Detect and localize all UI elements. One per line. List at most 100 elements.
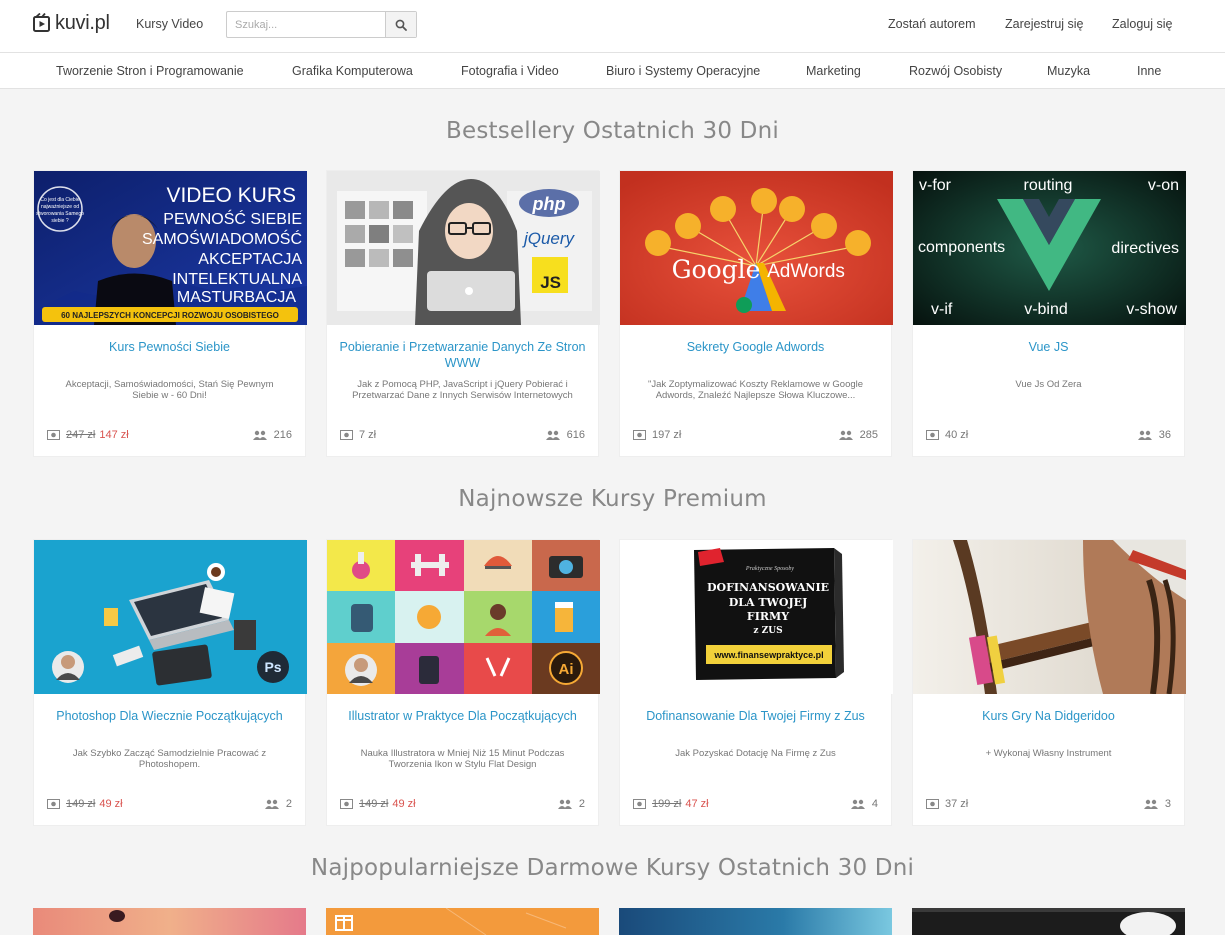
users-icon [1137,430,1152,440]
course-thumbnail[interactable] [326,908,599,935]
course-card[interactable]: Ai Illustrator w Praktyce Dla Początkują… [326,539,600,826]
course-thumbnail[interactable]: Co jest dla Ciebie najważniejsze od stwo… [34,171,307,325]
svg-text:Co jest dla Ciebie: Co jest dla Ciebie [40,197,79,203]
category-marketing[interactable]: Marketing [806,64,861,78]
users-icon [1143,799,1158,809]
course-card[interactable]: v-for routing v-on components directives… [912,170,1186,457]
course-card[interactable]: Kurs Gry Na Didgeridoo + Wykonaj Własny … [912,539,1186,826]
students-count: 4 [850,798,878,810]
category-office-os[interactable]: Biuro i Systemy Operacyjne [606,64,760,78]
svg-text:v-if: v-if [931,301,953,318]
course-thumbnail[interactable] [913,540,1186,694]
course-card[interactable]: php jQuery JS Pobieranie i Przetwarzanie… [326,170,600,457]
svg-text:DLA TWOJEJ: DLA TWOJEJ [729,596,808,609]
price-value: 37 zł [945,798,969,810]
course-description: Jak z Pomocą PHP, JavaScript i jQuery Po… [352,379,573,401]
svg-text:directives: directives [1111,240,1179,257]
sale-price: 147 zł [99,429,129,441]
course-description: "Jak Zoptymalizować Koszty Reklamowe w G… [647,379,864,401]
price: 197 zł [633,429,681,441]
students-count: 2 [557,798,585,810]
students-count: 216 [252,429,292,441]
svg-text:Ps: Ps [264,659,281,675]
nav-video-courses[interactable]: Kursy Video [136,17,203,31]
login-link[interactable]: Zaloguj się [1112,17,1172,31]
money-icon [926,430,939,440]
course-thumbnail[interactable] [33,908,306,935]
course-title[interactable]: Kurs Pewności Siebie [46,339,293,355]
price: 247 zł 147 zł [47,429,129,441]
money-icon [926,799,939,809]
old-price: 149 zł [66,798,96,810]
course-footer: 197 zł 285 [633,429,878,443]
section-title-popular-free: Najpopularniejsze Darmowe Kursy Ostatnic… [310,855,915,881]
course-title[interactable]: Pobieranie i Przetwarzanie Danych Ze Str… [339,339,586,371]
svg-text:FIRMY: FIRMY [747,610,789,623]
price: 199 zł 47 zł [633,798,709,810]
course-thumbnail[interactable]: v-for routing v-on components directives… [913,171,1186,325]
course-footer: 40 zł 36 [926,429,1171,443]
users-icon [252,430,267,440]
svg-text:v-on: v-on [1148,177,1179,194]
svg-text:v-for: v-for [919,177,952,194]
logo-text: kuvi.pl [55,11,110,34]
category-programming[interactable]: Tworzenie Stron i Programowanie [56,64,244,78]
price-value: 7 zł [359,429,377,441]
course-thumbnail[interactable]: Praktyczne Sposoby DOFINANSOWANIE DLA TW… [620,540,893,694]
top-navbar: kuvi.pl Kursy Video Zostań autorem Zarej… [0,0,1225,53]
play-logo-icon [33,13,50,32]
users-icon [545,430,560,440]
search-icon [395,19,407,31]
course-card[interactable]: Google AdWords Sekrety Google Adwords "J… [619,170,893,457]
category-graphics[interactable]: Grafika Komputerowa [292,64,413,78]
course-thumbnail[interactable]: php jQuery JS [327,171,600,325]
category-photo-video[interactable]: Fotografia i Video [461,64,559,78]
course-thumbnail[interactable]: Ps [34,540,307,694]
money-icon [47,799,60,809]
category-other[interactable]: Inne [1137,64,1161,78]
money-icon [340,430,353,440]
section-title-bestsellers: Bestsellery Ostatnich 30 Dni [446,118,779,144]
course-title[interactable]: Dofinansowanie Dla Twojej Firmy z Zus [632,708,879,724]
course-title[interactable]: Photoshop Dla Wiecznie Początkujących [46,708,293,724]
course-card[interactable]: Praktyczne Sposoby DOFINANSOWANIE DLA TW… [619,539,893,826]
category-music[interactable]: Muzyka [1047,64,1090,78]
svg-text:DOFINANSOWANIE: DOFINANSOWANIE [707,581,829,594]
course-footer: 149 zł 49 zł 2 [340,798,585,812]
price: 7 zł [340,429,376,441]
old-price: 199 zł [652,798,682,810]
course-description: + Wykonaj Własny Instrument [985,748,1112,759]
course-footer: 149 zł 49 zł 2 [47,798,292,812]
logo[interactable]: kuvi.pl [33,10,110,36]
category-personal-development[interactable]: Rozwój Osobisty [909,64,1002,78]
register-link[interactable]: Zarejestruj się [1005,17,1084,31]
course-title[interactable]: Illustrator w Praktyce Dla Początkującyc… [339,708,586,724]
course-description: Jak Pozyskać Dotację Na Firmę z Zus [675,748,836,759]
course-thumbnail[interactable] [619,908,892,935]
course-card[interactable]: Co jest dla Ciebie najważniejsze od stwo… [33,170,307,457]
search-input[interactable] [227,12,385,37]
course-card[interactable]: Ps Photoshop Dla Wiecznie Początkujących… [33,539,307,826]
svg-text:60 NAJLEPSZYCH KONCEPCJI ROZWO: 60 NAJLEPSZYCH KONCEPCJI ROZWOJU OSOBIST… [61,311,279,320]
money-icon [47,430,60,440]
course-footer: 37 zł 3 [926,798,1171,812]
course-thumbnail[interactable]: Ai [327,540,600,694]
course-title[interactable]: Sekrety Google Adwords [632,339,879,355]
course-footer: 247 zł 147 zł 216 [47,429,292,443]
svg-text:AdWords: AdWords [767,261,845,282]
search-button[interactable] [385,12,416,37]
course-title[interactable]: Vue JS [925,339,1172,355]
students-count: 616 [545,429,585,441]
svg-text:MASTURBACJA: MASTURBACJA [177,289,296,306]
sale-price: 47 zł [685,798,709,810]
course-title[interactable]: Kurs Gry Na Didgeridoo [925,708,1172,724]
course-thumbnail[interactable] [912,908,1185,935]
money-icon [633,799,646,809]
money-icon [340,799,353,809]
svg-text:JS: JS [540,273,561,292]
course-thumbnail[interactable]: Google AdWords [620,171,893,325]
students-count: 3 [1143,798,1171,810]
become-author-link[interactable]: Zostań autorem [888,17,976,31]
svg-text:najważniejsze od: najważniejsze od [41,204,79,210]
price: 149 zł 49 zł [47,798,123,810]
